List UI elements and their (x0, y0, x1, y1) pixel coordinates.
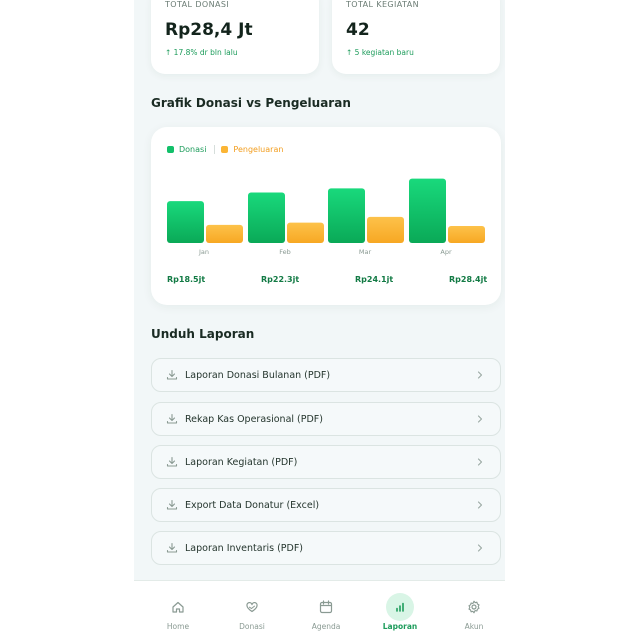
bar-chart-icon (386, 593, 414, 621)
report-download-item[interactable]: Export Data Donatur (Excel) (151, 488, 501, 522)
x-tick-label: Mar (359, 248, 372, 256)
bar-donasi-apr[interactable] (409, 178, 446, 243)
x-tick-label: Feb (279, 248, 291, 256)
legend-swatch-donasi (167, 146, 174, 153)
bar-chart: Jan Feb Mar Apr (167, 178, 485, 256)
chevron-right-icon (477, 544, 483, 552)
report-download-item[interactable]: Laporan Kegiatan (PDF) (151, 445, 501, 479)
stat-change: ↑ 5 kegiatan baru (346, 48, 414, 57)
nav-item-agenda[interactable]: Agenda (296, 581, 356, 638)
nav-label: Akun (464, 622, 484, 631)
report-download-item[interactable]: Laporan Inventaris (PDF) (151, 531, 501, 565)
nav-label: Home (166, 622, 190, 631)
download-icon (166, 369, 178, 380)
bar-pengeluaran-apr[interactable] (448, 226, 485, 243)
report-label: Export Data Donatur (Excel) (185, 499, 320, 511)
x-tick-label: Jan (198, 248, 209, 256)
download-icon (166, 413, 178, 424)
nav-item-akun[interactable]: Akun (444, 581, 504, 638)
stat-value: Rp28,4 Jt (165, 20, 253, 40)
chevron-right-icon (477, 371, 483, 379)
x-tick-label: Apr (440, 248, 452, 256)
calendar-icon (312, 593, 340, 621)
nav-item-laporan[interactable]: Laporan (370, 581, 430, 638)
nav-item-donasi[interactable]: Donasi (222, 581, 282, 638)
legend-label-donasi: Donasi (179, 145, 207, 154)
bar-pengeluaran-feb[interactable] (287, 222, 324, 243)
download-icon (166, 499, 178, 510)
report-label: Rekap Kas Operasional (PDF) (185, 413, 323, 425)
bar-donasi-jan[interactable] (167, 201, 204, 243)
reports-section-title: Unduh Laporan (151, 327, 255, 341)
nav-label: Donasi (239, 622, 265, 631)
stat-change: ↑ 17.8% dr bln lalu (165, 48, 238, 57)
chart-section-title: Grafik Donasi vs Pengeluaran (151, 96, 351, 110)
bottom-navigation: Home Donasi Agenda Laporan Akun (134, 580, 505, 638)
bar-pengeluaran-jan[interactable] (206, 224, 243, 243)
gear-icon (460, 593, 488, 621)
download-icon (166, 542, 178, 553)
legend-divider (214, 145, 216, 154)
legend-label-pengeluaran: Pengeluaran (233, 145, 284, 154)
home-icon (164, 593, 192, 621)
report-label: Laporan Kegiatan (PDF) (185, 456, 298, 468)
monthly-total-label: Rp22.3jt (261, 275, 300, 284)
legend-donasi: Donasi (167, 145, 206, 154)
nav-item-home[interactable]: Home (148, 581, 208, 638)
legend-pengeluaran: Pengeluaran (221, 145, 283, 154)
monthly-total-label: Rp18.5jt (167, 275, 206, 284)
monthly-total-label: Rp28.4jt (449, 275, 488, 284)
chevron-right-icon (477, 458, 483, 466)
stat-label: TOTAL DONASI (165, 0, 230, 9)
bar-donasi-feb[interactable] (248, 192, 285, 243)
nav-label: Laporan (382, 622, 418, 631)
report-download-item[interactable]: Rekap Kas Operasional (PDF) (151, 402, 501, 436)
chart-legend: Donasi Pengeluaran (167, 145, 291, 154)
monthly-totals: Rp18.5jt Rp22.3jt Rp24.1jt Rp28.4jt (151, 275, 501, 289)
stat-value: 42 (346, 20, 370, 40)
report-label: Laporan Donasi Bulanan (PDF) (185, 369, 331, 381)
bar-donasi-mar[interactable] (328, 188, 365, 243)
heart-hand-icon (238, 593, 266, 621)
chevron-right-icon (477, 501, 483, 509)
chevron-right-icon (477, 415, 483, 423)
monthly-total-label: Rp24.1jt (355, 275, 394, 284)
total-donasi-card[interactable]: TOTAL DONASI Rp28,4 Jt ↑ 17.8% dr bln la… (151, 0, 319, 74)
app-screen: TOTAL DONASI Rp28,4 Jt ↑ 17.8% dr bln la… (134, 0, 505, 638)
chart-card: Donasi Pengeluaran Jan Feb Mar Apr Rp18.5jt… (151, 127, 501, 305)
stat-label: TOTAL KEGIATAN (346, 0, 419, 9)
bar-pengeluaran-mar[interactable] (367, 216, 404, 243)
download-icon (166, 456, 178, 467)
report-label: Laporan Inventaris (PDF) (185, 542, 304, 554)
nav-label: Agenda (311, 622, 341, 631)
total-kegiatan-card[interactable]: TOTAL KEGIATAN 42 ↑ 5 kegiatan baru (332, 0, 500, 74)
report-download-item[interactable]: Laporan Donasi Bulanan (PDF) (151, 358, 501, 392)
legend-swatch-pengeluaran (221, 146, 229, 153)
